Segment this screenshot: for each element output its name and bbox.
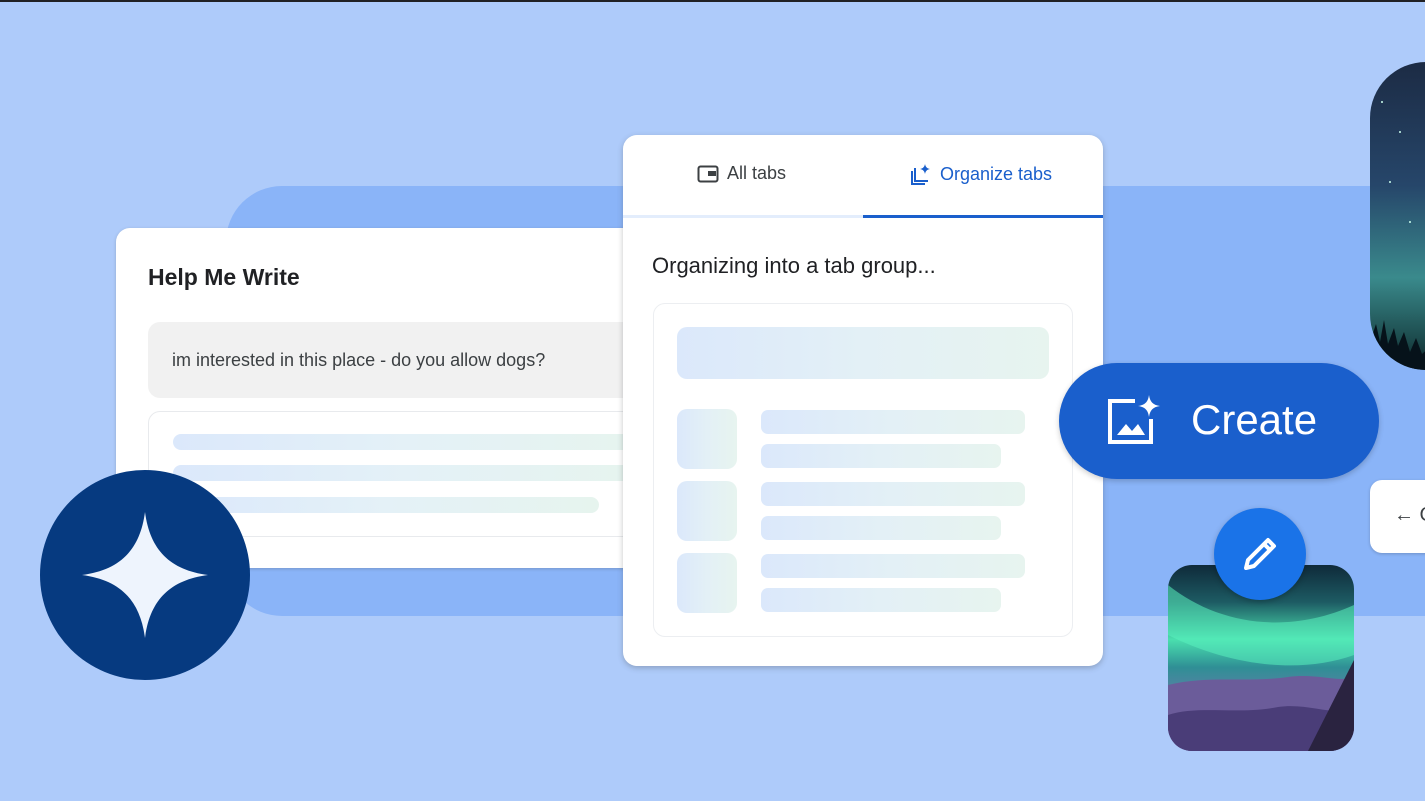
group-title-skeleton — [677, 327, 1049, 379]
prompt-text: im interested in this place - do you all… — [172, 350, 546, 370]
tab-window-icon — [697, 165, 719, 182]
edge-card-text: ← G — [1394, 504, 1425, 526]
tab-organizer-panel: All tabs Organize tabs Organizing into a… — [623, 135, 1103, 666]
tab-url-skeleton — [761, 588, 1001, 612]
pencil-icon — [1244, 538, 1276, 570]
tab-url-skeleton — [761, 444, 1001, 468]
gemini-spark-badge — [40, 470, 250, 680]
aurora-image-cropped — [1370, 62, 1425, 370]
tab-title-skeleton — [761, 410, 1025, 434]
tab-divider — [623, 215, 863, 218]
top-border — [0, 0, 1425, 2]
tab-all-tabs-label: All tabs — [727, 163, 787, 183]
loading-line — [173, 497, 599, 513]
tab-url-skeleton — [761, 516, 1001, 540]
create-button-label: Create — [1191, 396, 1318, 443]
tab-favicon-skeleton — [677, 409, 737, 469]
gemini-spark-icon — [82, 512, 208, 638]
help-me-write-title: Help Me Write — [148, 264, 300, 290]
tab-title-skeleton — [761, 554, 1025, 578]
tab-favicon-skeleton — [677, 553, 737, 613]
tab-organize-tabs[interactable]: Organize tabs — [910, 163, 1052, 185]
tab-favicon-skeleton — [677, 481, 737, 541]
image-sparkle-icon — [1108, 395, 1160, 444]
tab-organize-tabs-label: Organize tabs — [940, 163, 1053, 184]
organizing-status: Organizing into a tab group... — [652, 253, 936, 278]
tab-all-tabs[interactable]: All tabs — [697, 163, 786, 184]
create-button[interactable]: Create — [1059, 363, 1379, 479]
selected-tab-indicator — [863, 215, 1103, 218]
tab-group-placeholder — [653, 303, 1073, 637]
organize-tabs-sparkle-icon — [911, 164, 930, 185]
prompt-input[interactable]: im interested in this place - do you all… — [148, 322, 668, 398]
edge-card[interactable]: ← G — [1370, 480, 1425, 553]
loading-line — [173, 434, 643, 450]
tab-title-skeleton — [761, 482, 1025, 506]
edit-image-button[interactable] — [1214, 508, 1306, 600]
loading-line — [173, 465, 643, 481]
aurora-trees — [1370, 101, 1425, 370]
